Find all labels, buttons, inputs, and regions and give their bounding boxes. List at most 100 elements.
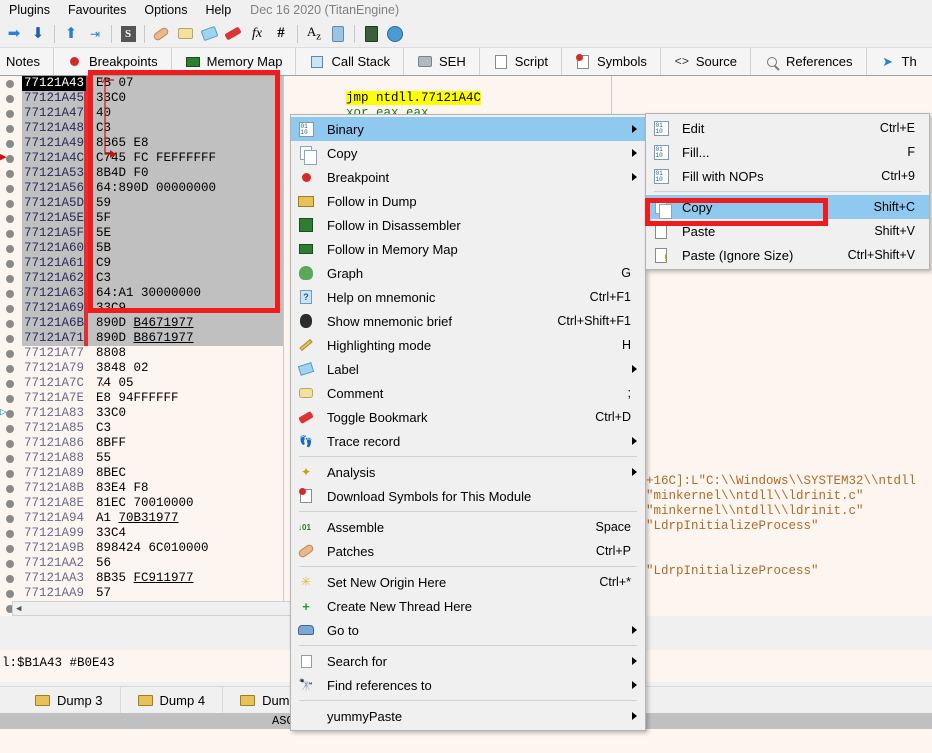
- context-menu-item-comment[interactable]: Comment;: [291, 381, 645, 405]
- tab-memory-map[interactable]: Memory Map: [171, 48, 297, 75]
- tab-symbols[interactable]: Symbols: [561, 48, 661, 75]
- horizontal-scrollbar[interactable]: ◀: [12, 601, 292, 616]
- context-menu-item-go-to[interactable]: Go to: [291, 618, 645, 642]
- context-menu-item-assemble[interactable]: ↓01 Assemble Space: [291, 515, 645, 539]
- context-menu-item-follow-in-disassembler[interactable]: Follow in Disassembler: [291, 213, 645, 237]
- breakpoint-dot-icon[interactable]: [6, 590, 14, 598]
- breakpoint-dot-icon[interactable]: [6, 230, 14, 238]
- menu-item-plugins[interactable]: Plugins: [0, 1, 59, 19]
- tab-source[interactable]: <> Source: [660, 48, 752, 75]
- step-into-icon[interactable]: ➡: [3, 23, 25, 45]
- context-menu-item-breakpoint[interactable]: Breakpoint: [291, 165, 645, 189]
- scroll-left-icon[interactable]: ◀: [13, 604, 21, 614]
- function-icon[interactable]: fx: [246, 23, 268, 45]
- context-menu-item-highlighting-mode[interactable]: Highlighting mode H: [291, 333, 645, 357]
- context-menu-item-download-symbols-for-this-module[interactable]: Download Symbols for This Module: [291, 484, 645, 508]
- breakpoint-dot-icon[interactable]: [6, 95, 14, 103]
- breakpoint-dot-icon[interactable]: [6, 380, 14, 388]
- breakpoint-dot-icon[interactable]: [6, 155, 14, 163]
- breakpoint-dot-icon[interactable]: [6, 140, 14, 148]
- tab-threads[interactable]: ➤ Th: [866, 48, 930, 75]
- calculator-icon[interactable]: [360, 23, 382, 45]
- breakpoint-dot-icon[interactable]: [6, 215, 14, 223]
- comment-icon[interactable]: [174, 23, 196, 45]
- breakpoint-dot-icon[interactable]: [6, 290, 14, 298]
- breakpoint-dot-icon[interactable]: [6, 560, 14, 568]
- context-menu-item-copy[interactable]: Copy: [291, 141, 645, 165]
- binary-submenu-item-copy[interactable]: Copy Shift+C: [646, 195, 929, 219]
- breakpoint-dot-icon[interactable]: [6, 320, 14, 328]
- context-menu-item-set-new-origin-here[interactable]: ✳ Set New Origin Here Ctrl+*: [291, 570, 645, 594]
- menu-item-help[interactable]: Help: [196, 1, 240, 19]
- breakpoint-dot-icon[interactable]: [6, 110, 14, 118]
- skip-icon[interactable]: ⇥: [84, 23, 106, 45]
- breakpoint-dot-icon[interactable]: [6, 575, 14, 583]
- breakpoint-dot-icon[interactable]: [6, 425, 14, 433]
- context-menu-item-follow-in-memory-map[interactable]: Follow in Memory Map: [291, 237, 645, 261]
- step-over-icon[interactable]: ⬇: [27, 23, 49, 45]
- bookmark-icon[interactable]: [222, 23, 244, 45]
- binary-submenu-item-fill[interactable]: 01 10 Fill... F: [646, 140, 929, 164]
- context-menu-item-search-for[interactable]: Search for: [291, 649, 645, 673]
- breakpoint-dot-icon[interactable]: [6, 545, 14, 553]
- breakpoint-dot-icon[interactable]: [6, 245, 14, 253]
- menu-item-favourites[interactable]: Favourites: [59, 1, 135, 19]
- tab-notes[interactable]: Notes: [0, 48, 54, 75]
- context-menu-item-analysis[interactable]: ✦ Analysis: [291, 460, 645, 484]
- context-menu-item-create-new-thread-here[interactable]: + Create New Thread Here: [291, 594, 645, 618]
- tab-dump-4[interactable]: Dump 4: [121, 687, 224, 713]
- breakpoint-dot-icon[interactable]: [6, 515, 14, 523]
- context-menu-item-trace-record[interactable]: 👣 Trace record: [291, 429, 645, 453]
- hash-icon[interactable]: #: [270, 23, 292, 45]
- context-menu-item-help-on-mnemonic[interactable]: ? Help on mnemonic Ctrl+F1: [291, 285, 645, 309]
- breakpoint-dot-icon[interactable]: [6, 80, 14, 88]
- sigma-icon[interactable]: S: [117, 23, 139, 45]
- breakpoint-dot-icon[interactable]: [6, 365, 14, 373]
- breakpoint-dot-icon[interactable]: [6, 125, 14, 133]
- breakpoint-dot-icon[interactable]: [6, 455, 14, 463]
- breakpoint-dot-icon[interactable]: [6, 305, 14, 313]
- tab-breakpoints[interactable]: Breakpoints: [53, 48, 172, 75]
- tab-references[interactable]: References: [751, 48, 867, 75]
- context-menu-item-follow-in-dump[interactable]: Follow in Dump: [291, 189, 645, 213]
- breakpoint-dot-icon[interactable]: [6, 170, 14, 178]
- breakpoint-dot-icon[interactable]: [6, 185, 14, 193]
- label-icon[interactable]: [198, 23, 220, 45]
- binary-submenu-item-fill-with-nops[interactable]: 01 10 Fill with NOPs Ctrl+9: [646, 164, 929, 188]
- phone-icon[interactable]: [327, 23, 349, 45]
- font-icon[interactable]: Az: [303, 23, 325, 45]
- context-menu-item-toggle-bookmark[interactable]: Toggle Bookmark Ctrl+D: [291, 405, 645, 429]
- context-menu-item-binary[interactable]: 01 10 Binary: [291, 117, 645, 141]
- breakpoint-dot-icon[interactable]: [6, 275, 14, 283]
- tab-call-stack[interactable]: Call Stack: [296, 48, 405, 75]
- breakpoint-dot-icon[interactable]: [6, 350, 14, 358]
- breakpoint-dot-icon[interactable]: [6, 530, 14, 538]
- run-to-user-code-icon[interactable]: ⬆: [60, 23, 82, 45]
- context-menu-item-find-references-to[interactable]: 🔭 Find references to: [291, 673, 645, 697]
- context-menu[interactable]: 01 10 Binary Copy Breakpoint Follow in Dump F…: [290, 114, 646, 731]
- breakpoint-dot-icon[interactable]: [6, 500, 14, 508]
- breakpoint-dot-icon[interactable]: [6, 485, 14, 493]
- patch-icon[interactable]: [150, 23, 172, 45]
- breakpoint-dot-icon[interactable]: [6, 440, 14, 448]
- context-menu-item-patches[interactable]: Patches Ctrl+P: [291, 539, 645, 563]
- context-menu-item-label[interactable]: Label: [291, 357, 645, 381]
- hex-dump-body[interactable]: C1 07 77 │ 1C 00 1E 00 │ 90 C1 07 77 6. …: [0, 729, 932, 753]
- context-menu-item-graph[interactable]: Graph G: [291, 261, 645, 285]
- tab-script[interactable]: Script: [479, 48, 562, 75]
- breakpoint-dot-icon[interactable]: [6, 200, 14, 208]
- breakpoint-dot-icon[interactable]: [6, 470, 14, 478]
- breakpoint-dot-icon[interactable]: [6, 410, 14, 418]
- binary-submenu[interactable]: 01 10 Edit Ctrl+E 01 10 Fill... F 01 10 Fill wi…: [645, 113, 930, 270]
- binary-submenu-item-paste-ignore-size[interactable]: Paste (Ignore Size) Ctrl+Shift+V: [646, 243, 929, 267]
- menu-item-options[interactable]: Options: [135, 1, 196, 19]
- breakpoint-dot-icon[interactable]: [6, 395, 14, 403]
- binary-submenu-item-edit[interactable]: 01 10 Edit Ctrl+E: [646, 116, 929, 140]
- tab-seh[interactable]: SEH: [404, 48, 480, 75]
- breakpoint-dot-icon[interactable]: [6, 335, 14, 343]
- binary-submenu-item-paste[interactable]: Paste Shift+V: [646, 219, 929, 243]
- globe-icon[interactable]: [384, 23, 406, 45]
- breakpoint-dot-icon[interactable]: [6, 260, 14, 268]
- context-menu-item-yummypaste[interactable]: yummyPaste: [291, 704, 645, 728]
- tab-dump-3[interactable]: Dump 3: [18, 687, 121, 713]
